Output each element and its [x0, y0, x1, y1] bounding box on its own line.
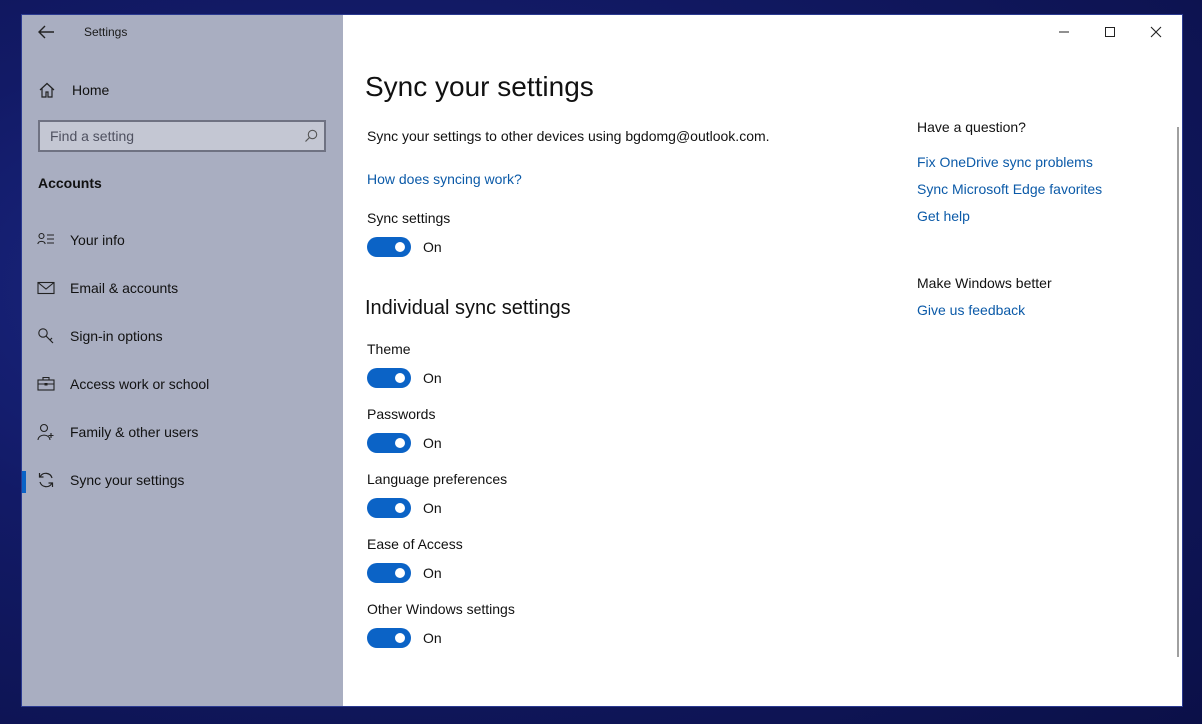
- toggle-knob: [395, 633, 405, 643]
- page-title: Sync your settings: [365, 71, 594, 102]
- ease-of-access-toggle[interactable]: [367, 563, 411, 583]
- sync-edge-favorites-link[interactable]: Sync Microsoft Edge favorites: [917, 181, 1102, 197]
- search-input[interactable]: [40, 122, 300, 150]
- toggle-knob: [395, 503, 405, 513]
- back-arrow-icon: [38, 25, 54, 39]
- close-button[interactable]: [1133, 15, 1179, 49]
- get-help-link[interactable]: Get help: [917, 208, 970, 224]
- sidebar-nav: Your info Email & accounts Sign-in optio…: [22, 217, 343, 505]
- minimize-icon: [1059, 31, 1069, 33]
- toggle-state: On: [423, 435, 442, 451]
- toggle-state: On: [423, 565, 442, 581]
- sidebar-item-label: Your info: [70, 232, 125, 248]
- how-syncing-works-link[interactable]: How does syncing work?: [367, 171, 522, 187]
- setting-label: Language preferences: [367, 471, 508, 487]
- sync-settings-setting: Sync settings On: [367, 210, 450, 257]
- toggle-knob: [395, 242, 405, 252]
- main-content: Sync your settings Sync your settings to…: [343, 15, 1182, 706]
- fix-onedrive-link[interactable]: Fix OneDrive sync problems: [917, 154, 1093, 170]
- person-add-icon: [37, 423, 54, 441]
- sidebar-item-sign-in-options[interactable]: Sign-in options: [22, 313, 343, 361]
- sidebar-item-email-accounts[interactable]: Email & accounts: [22, 265, 343, 313]
- other-windows-settings-setting: Other Windows settings On: [367, 601, 515, 648]
- home-label: Home: [72, 82, 110, 98]
- briefcase-icon: [37, 376, 55, 391]
- sidebar: Settings Home Accounts Your: [22, 15, 343, 706]
- sync-description: Sync your settings to other devices usin…: [367, 128, 770, 144]
- setting-label: Ease of Access: [367, 536, 463, 552]
- toggle-knob: [395, 438, 405, 448]
- toggle-state: On: [423, 239, 442, 255]
- scrollbar[interactable]: [1177, 127, 1179, 657]
- settings-window: Settings Home Accounts Your: [22, 15, 1182, 706]
- make-windows-better-title: Make Windows better: [917, 275, 1052, 291]
- language-preferences-toggle[interactable]: [367, 498, 411, 518]
- search-box: [38, 120, 326, 152]
- key-icon: [38, 328, 54, 344]
- sidebar-item-work-school[interactable]: Access work or school: [22, 361, 343, 409]
- have-a-question-title: Have a question?: [917, 119, 1026, 135]
- maximize-button[interactable]: [1087, 15, 1133, 49]
- sync-settings-toggle[interactable]: [367, 237, 411, 257]
- maximize-icon: [1105, 27, 1115, 37]
- sync-icon: [38, 472, 54, 488]
- individual-sync-heading: Individual sync settings: [365, 297, 571, 319]
- titlebar-left: Settings: [22, 15, 343, 49]
- sidebar-item-label: Sync your settings: [70, 472, 185, 488]
- toggle-state: On: [423, 370, 442, 386]
- home-icon: [39, 82, 55, 98]
- person-card-icon: [37, 232, 54, 245]
- sidebar-item-label: Email & accounts: [70, 280, 179, 296]
- sidebar-item-label: Sign-in options: [70, 328, 163, 344]
- section-heading: Accounts: [38, 175, 102, 191]
- toggle-knob: [395, 568, 405, 578]
- sidebar-item-label: Access work or school: [70, 376, 210, 392]
- sidebar-item-home[interactable]: Home: [38, 79, 328, 101]
- toggle-state: On: [423, 630, 442, 646]
- minimize-button[interactable]: [1041, 15, 1087, 49]
- setting-label: Other Windows settings: [367, 601, 515, 617]
- give-feedback-link[interactable]: Give us feedback: [917, 302, 1025, 318]
- toggle-state: On: [423, 500, 442, 516]
- passwords-toggle[interactable]: [367, 433, 411, 453]
- setting-label: Sync settings: [367, 210, 451, 226]
- search-icon[interactable]: [304, 129, 318, 143]
- sidebar-item-your-info[interactable]: Your info: [22, 217, 343, 265]
- theme-toggle[interactable]: [367, 368, 411, 388]
- ease-of-access-setting: Ease of Access On: [367, 536, 463, 583]
- sidebar-item-family-users[interactable]: Family & other users: [22, 409, 343, 457]
- close-icon: [1150, 26, 1162, 38]
- theme-setting: Theme On: [367, 341, 442, 388]
- sidebar-item-sync-settings[interactable]: Sync your settings: [22, 457, 343, 505]
- other-windows-settings-toggle[interactable]: [367, 628, 411, 648]
- mail-icon: [37, 281, 55, 295]
- setting-label: Passwords: [367, 406, 436, 422]
- language-preferences-setting: Language preferences On: [367, 471, 507, 518]
- sidebar-item-label: Family & other users: [70, 424, 199, 440]
- app-title: Settings: [84, 25, 128, 39]
- passwords-setting: Passwords On: [367, 406, 442, 453]
- toggle-knob: [395, 373, 405, 383]
- back-button[interactable]: [36, 23, 56, 41]
- setting-label: Theme: [367, 341, 411, 357]
